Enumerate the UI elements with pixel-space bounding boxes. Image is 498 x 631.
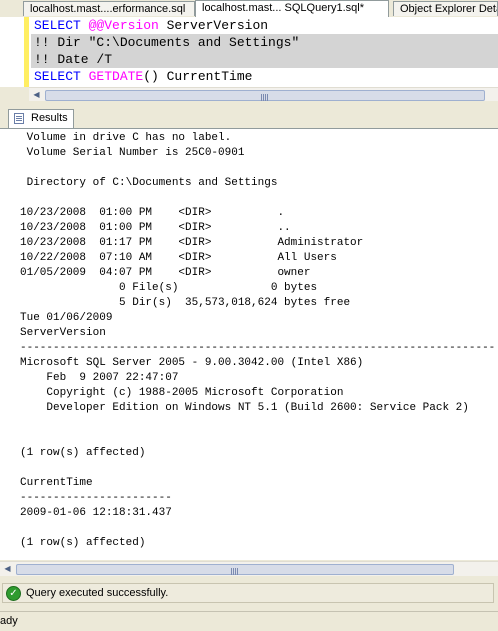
results-horizontal-scrollbar[interactable]: ◀ (0, 561, 498, 576)
result-line: 10/22/2008 07:10 AM <DIR> All Users (20, 252, 337, 264)
code-token: ServerVersion (158, 18, 269, 33)
code-line[interactable]: !! Date /T (31, 51, 498, 68)
result-line: Microsoft SQL Server 2005 - 9.00.3042.00… (20, 357, 364, 369)
tab-performance-sql[interactable]: localhost.mast....erformance.sql (23, 1, 195, 16)
code-line[interactable]: SELECT @@Version ServerVersion (34, 17, 498, 34)
result-line: CurrentTime (20, 477, 93, 489)
results-tab-label: Results (31, 112, 68, 124)
code-token: @@Version (88, 18, 159, 33)
document-tab-strip: localhost.mast....erformance.sql localho… (0, 0, 498, 18)
result-line: ServerVersion (20, 327, 106, 339)
tab-results[interactable]: Results (8, 109, 74, 128)
results-grid-icon (14, 113, 24, 124)
scroll-left-arrow-icon[interactable]: ◀ (1, 563, 14, 575)
result-line: 5 Dir(s) 35,573,018,624 bytes free (20, 297, 351, 309)
result-line: 2009-01-06 12:18:31.437 (20, 507, 172, 519)
result-line: Copyright (c) 1988-2005 Microsoft Corpor… (20, 387, 344, 399)
results-tab-bar: Results (0, 106, 498, 129)
query-editor[interactable]: SELECT @@Version ServerVersion!! Dir "C:… (0, 17, 498, 87)
tab-object-explorer-details[interactable]: Object Explorer Deta (393, 1, 498, 16)
result-line: Directory of C:\Documents and Settings (20, 177, 278, 189)
code-line[interactable]: !! Dir "C:\Documents and Settings" (31, 34, 498, 51)
code-token: !! Dir "C:\Documents and Settings" (34, 35, 300, 50)
code-line[interactable]: SELECT GETDATE() CurrentTime (34, 68, 498, 85)
result-line: ----------------------------------------… (20, 342, 496, 354)
app-status-text: ady (0, 615, 18, 627)
success-check-icon: ✓ (6, 586, 21, 601)
code-token: GETDATE (88, 69, 144, 84)
result-line: ----------------------- (20, 492, 172, 504)
result-line: Volume Serial Number is 25C0-0901 (20, 147, 245, 159)
editor-scroll-thumb[interactable] (45, 90, 485, 101)
result-line: (1 row(s) affected) (20, 537, 146, 549)
scroll-left-arrow-icon[interactable]: ◀ (30, 89, 43, 101)
result-line: 10/23/2008 01:17 PM <DIR> Administrator (20, 237, 364, 249)
result-line: 10/23/2008 01:00 PM <DIR> .. (20, 222, 291, 234)
result-line: Developer Edition on Windows NT 5.1 (Bui… (20, 402, 469, 414)
code-token: SELECT (34, 69, 89, 84)
result-line: Feb 9 2007 22:47:07 (20, 372, 179, 384)
results-text-pane[interactable]: Volume in drive C has no label. Volume S… (0, 129, 498, 560)
result-line: 10/23/2008 01:00 PM <DIR> . (20, 207, 285, 219)
query-status-bar: ✓ Query executed successfully. (0, 582, 498, 605)
tab-sqlquery1-sql[interactable]: localhost.mast... SQLQuery1.sql* (195, 0, 389, 17)
change-tracking-margin (24, 17, 29, 87)
code-token: !! Date /T (34, 52, 113, 67)
results-scroll-thumb[interactable] (16, 564, 454, 575)
code-token: () (143, 69, 159, 84)
editor-horizontal-scrollbar[interactable]: ◀ (29, 87, 498, 102)
result-line: Tue 01/06/2009 (20, 312, 113, 324)
code-token: CurrentTime (158, 69, 253, 84)
result-line: 01/05/2009 04:07 PM <DIR> owner (20, 267, 311, 279)
code-token: SELECT (34, 18, 89, 33)
application-status-bar: ady (0, 611, 498, 631)
query-status-message: Query executed successfully. (26, 587, 169, 599)
result-line: (1 row(s) affected) (20, 447, 146, 459)
result-line: Volume in drive C has no label. (20, 132, 232, 144)
result-line: 0 File(s) 0 bytes (20, 282, 318, 294)
